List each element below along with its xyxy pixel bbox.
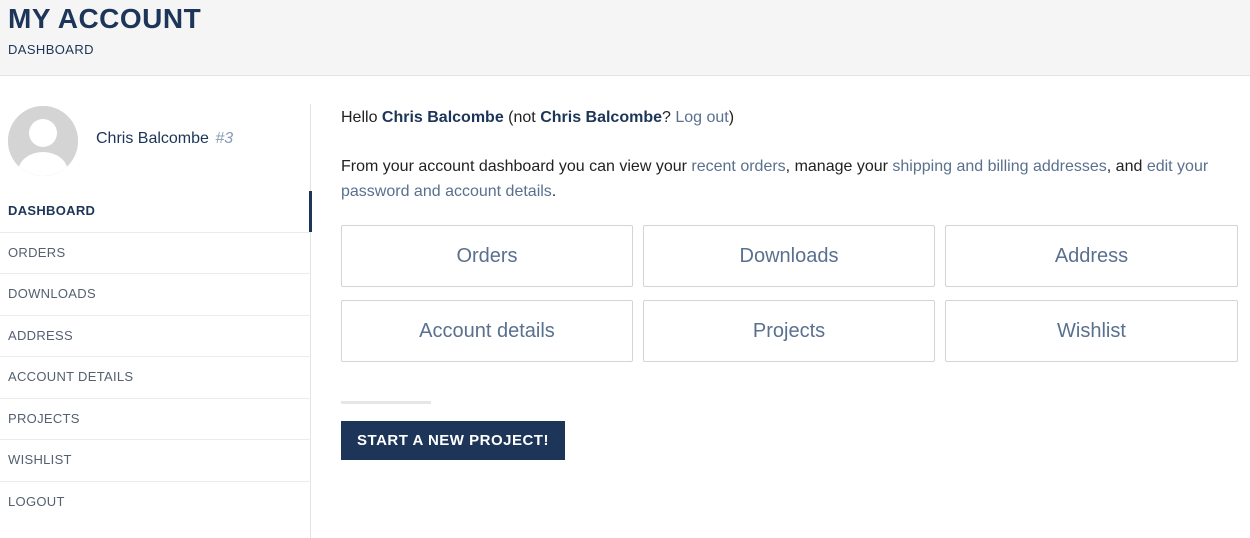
greeting-close: ): [728, 109, 735, 126]
intro-text-3: , and: [1106, 158, 1147, 175]
greeting-question: ?: [662, 109, 676, 126]
nav-item-address[interactable]: ADDRESS: [0, 316, 311, 357]
nav-item-downloads[interactable]: DOWNLOADS: [0, 274, 311, 316]
greeting: Hello Chris Balcombe (not Chris Balcombe…: [341, 109, 734, 127]
tile-account-details[interactable]: Account details: [341, 300, 633, 362]
section-divider: [341, 401, 431, 404]
recent-orders-link[interactable]: recent orders: [691, 158, 785, 175]
greeting-not: (not: [503, 109, 541, 126]
tile-projects[interactable]: Projects: [643, 300, 935, 362]
page-title: MY ACCOUNT: [8, 3, 202, 34]
page-header: MY ACCOUNT DASHBOARD: [0, 0, 1250, 76]
user-silhouette-icon: [8, 106, 78, 176]
user-id: #3: [215, 130, 234, 147]
account-nav: DASHBOARD ORDERS DOWNLOADS ADDRESS ACCOU…: [0, 191, 312, 524]
avatar: [8, 106, 78, 176]
nav-item-projects[interactable]: PROJECTS: [0, 399, 311, 440]
intro-text-1: From your account dashboard you can view…: [341, 158, 692, 175]
greeting-prefix: Hello: [341, 109, 382, 126]
addresses-link[interactable]: shipping and billing addresses: [892, 158, 1106, 175]
breadcrumb: DASHBOARD: [8, 42, 94, 57]
tile-downloads[interactable]: Downloads: [643, 225, 935, 287]
nav-item-dashboard[interactable]: DASHBOARD: [0, 191, 312, 233]
greeting-name: Chris Balcombe: [381, 109, 504, 126]
greeting-name-2: Chris Balcombe: [540, 109, 662, 126]
nav-item-orders[interactable]: ORDERS: [0, 233, 311, 274]
nav-item-account-details[interactable]: ACCOUNT DETAILS: [0, 357, 311, 399]
start-new-project-button[interactable]: START A NEW PROJECT!: [341, 421, 565, 460]
nav-item-wishlist[interactable]: WISHLIST: [0, 440, 311, 482]
user-display-name: Chris Balcombe #3: [96, 130, 233, 148]
intro-text-4: .: [551, 183, 557, 200]
intro-text-2: , manage your: [785, 158, 893, 175]
user-name: Chris Balcombe: [96, 130, 209, 147]
nav-item-logout[interactable]: LOGOUT: [0, 482, 311, 524]
tile-wishlist[interactable]: Wishlist: [945, 300, 1238, 362]
account-sidebar: Chris Balcombe #3 DASHBOARD ORDERS DOWNL…: [0, 104, 312, 538]
logout-link[interactable]: Log out: [675, 109, 728, 126]
tile-address[interactable]: Address: [945, 225, 1238, 287]
tile-orders[interactable]: Orders: [341, 225, 633, 287]
dashboard-intro: From your account dashboard you can view…: [341, 154, 1221, 204]
